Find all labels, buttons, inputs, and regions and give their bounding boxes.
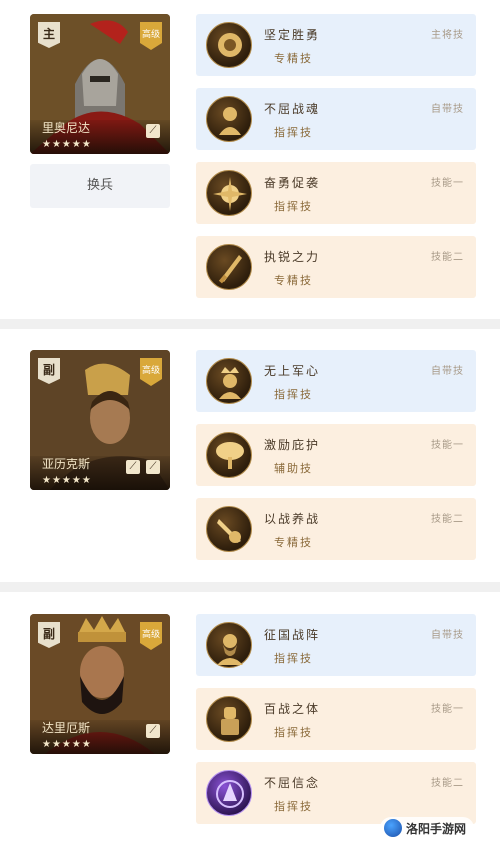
skill-slot: 自带技 [431, 366, 464, 377]
hero-name: 里奥尼达 [42, 121, 91, 135]
section-divider [0, 582, 500, 592]
skill-type: 指挥技 [274, 126, 313, 139]
skill-name: 奋勇促袭 [264, 176, 321, 190]
skill-slot: 自带技 [431, 630, 464, 641]
lion-icon [206, 22, 252, 68]
skill-type: 专精技 [274, 52, 313, 65]
skill-type: 指挥技 [274, 388, 313, 401]
sword-icon: ⟋ [146, 724, 160, 738]
skill-name: 坚定胜勇 [264, 28, 321, 42]
skill-row[interactable]: 征国战阵 指挥技 自带技 [196, 614, 476, 676]
skill-row[interactable]: 以战养战 专精技 技能二 [196, 498, 476, 560]
skill-row[interactable]: 奋勇促袭 指挥技 技能一 [196, 162, 476, 224]
sword-strike-icon [206, 244, 252, 290]
hero-card-darius[interactable]: 副 高级 达里厄斯 ★★★★★ ⟋ [30, 614, 170, 754]
sword-icon: ⟋ [146, 124, 160, 138]
role-badge: 副 [38, 622, 60, 648]
skill-type: 指挥技 [274, 726, 313, 739]
hero-name: 亚历克斯 [42, 457, 91, 471]
bearded-king-icon [206, 622, 252, 668]
slash-icon [206, 506, 252, 552]
spear-icon: ⟋ [126, 460, 140, 474]
role-badge: 主 [38, 22, 60, 48]
skill-slot: 技能一 [431, 178, 464, 189]
site-watermark: 洛阳手游网 [379, 817, 474, 839]
warrior-icon [206, 96, 252, 142]
skill-slot: 主将技 [431, 30, 464, 41]
skill-row[interactable]: 不屈战魂 指挥技 自带技 [196, 88, 476, 150]
skill-name: 以战养战 [264, 512, 321, 526]
skill-row[interactable]: 无上军心 指挥技 自带技 [196, 350, 476, 412]
armored-soldier-icon [206, 696, 252, 742]
skill-row[interactable]: 激励庇护 辅助技 技能一 [196, 424, 476, 486]
skill-slot: 自带技 [431, 104, 464, 115]
role-badge: 副 [38, 358, 60, 384]
skill-name: 不屈信念 [264, 776, 321, 790]
replace-troop-button[interactable]: 换兵 [30, 164, 170, 208]
hero-card-alex[interactable]: 副 高级 亚历克斯 ★★★★★ ⟋ ⟋ [30, 350, 170, 490]
crowned-warrior-icon [206, 358, 252, 404]
hero-card-leonidas[interactable]: 主 高级 里奥尼达 ★★★★★ ⟋ [30, 14, 170, 154]
skill-type: 指挥技 [274, 652, 313, 665]
skill-slot: 技能二 [431, 778, 464, 789]
skill-row[interactable]: 坚定胜勇 专精技 主将技 [196, 14, 476, 76]
skill-name: 执锐之力 [264, 250, 321, 264]
skill-row[interactable]: 不屈信念 指挥技 技能二 [196, 762, 476, 824]
skill-type: 辅助技 [274, 462, 313, 475]
skill-name: 不屈战魂 [264, 102, 321, 116]
hero-stars: ★★★★★ [42, 139, 92, 150]
burst-icon [206, 170, 252, 216]
skill-type: 专精技 [274, 536, 313, 549]
site-logo-icon [383, 819, 402, 837]
skill-slot: 技能一 [431, 440, 464, 451]
skill-type: 专精技 [274, 274, 313, 287]
skill-slot: 技能二 [431, 514, 464, 525]
watermark-text: 洛阳手游网 [405, 821, 466, 836]
hero-stars: ★★★★★ [42, 739, 92, 750]
section-divider [0, 319, 500, 329]
hero-name: 达里厄斯 [42, 721, 91, 735]
hero-stars: ★★★★★ [42, 475, 92, 486]
skill-name: 百战之体 [264, 702, 321, 716]
skill-name: 征国战阵 [264, 628, 321, 642]
skill-row[interactable]: 百战之体 指挥技 技能一 [196, 688, 476, 750]
skill-type: 指挥技 [274, 200, 313, 213]
skill-name: 激励庇护 [264, 438, 321, 452]
sword-icon: ⟋ [146, 460, 160, 474]
skill-row[interactable]: 执锐之力 专精技 技能二 [196, 236, 476, 298]
skill-slot: 技能一 [431, 704, 464, 715]
skill-type: 指挥技 [274, 800, 313, 813]
arcane-figure-icon [206, 770, 252, 816]
tree-icon [206, 432, 252, 478]
skill-slot: 技能二 [431, 252, 464, 263]
skill-name: 无上军心 [264, 364, 321, 378]
